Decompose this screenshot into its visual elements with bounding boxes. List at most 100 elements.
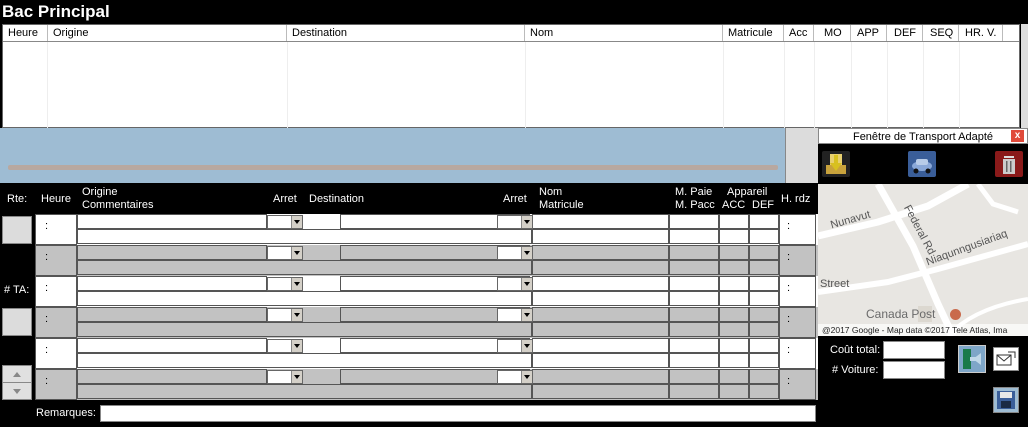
acc-field[interactable] <box>719 276 749 291</box>
matricule-field[interactable] <box>532 229 669 244</box>
exit-button[interactable] <box>958 345 986 373</box>
col-mo[interactable]: MO <box>814 25 851 41</box>
def-field[interactable] <box>749 276 779 291</box>
matricule-field[interactable] <box>532 322 669 337</box>
acc-field-2[interactable] <box>719 384 749 399</box>
def-field[interactable] <box>749 245 779 260</box>
main-table-scrollbar[interactable] <box>1021 24 1028 128</box>
acc-field-2[interactable] <box>719 353 749 368</box>
col-heure[interactable]: Heure <box>3 25 48 41</box>
name-field[interactable] <box>532 245 669 260</box>
comment-field[interactable] <box>77 322 532 337</box>
def-field-2[interactable] <box>749 291 779 306</box>
origin-field[interactable] <box>77 214 267 229</box>
time-field[interactable] <box>35 214 77 245</box>
def-field[interactable] <box>749 369 779 384</box>
def-field-2[interactable] <box>749 260 779 275</box>
matricule-field[interactable] <box>532 384 669 399</box>
acc-field[interactable] <box>719 214 749 229</box>
name-field[interactable] <box>532 214 669 229</box>
stop-dropdown[interactable] <box>267 308 303 322</box>
poi-canada-post[interactable]: Canada Post <box>866 307 935 321</box>
def-field[interactable] <box>749 307 779 322</box>
email-button[interactable] <box>993 347 1019 371</box>
m-pacc-field[interactable] <box>669 229 719 244</box>
comment-field[interactable] <box>77 353 532 368</box>
acc-field[interactable] <box>719 338 749 353</box>
origin-field[interactable] <box>77 338 267 353</box>
m-pacc-field[interactable] <box>669 291 719 306</box>
rdz-field[interactable] <box>779 276 816 307</box>
m-pacc-field[interactable] <box>669 353 719 368</box>
time-field[interactable] <box>35 245 77 276</box>
import-button[interactable] <box>822 151 850 177</box>
stop-dropdown[interactable] <box>497 308 533 322</box>
def-field[interactable] <box>749 338 779 353</box>
stop-dropdown[interactable] <box>497 246 533 260</box>
matricule-field[interactable] <box>532 291 669 306</box>
m-pacc-field[interactable] <box>669 322 719 337</box>
acc-field-2[interactable] <box>719 260 749 275</box>
matricule-field[interactable] <box>532 353 669 368</box>
col-acc[interactable]: Acc <box>784 25 814 41</box>
remarks-input[interactable] <box>100 405 816 422</box>
m-paie-field[interactable] <box>669 214 719 229</box>
def-field-2[interactable] <box>749 229 779 244</box>
voiture-input[interactable] <box>883 361 945 379</box>
rdz-field[interactable] <box>779 214 816 245</box>
stop-dropdown[interactable] <box>267 215 303 229</box>
origin-field[interactable] <box>77 307 267 322</box>
name-field[interactable] <box>532 307 669 322</box>
rdz-field[interactable] <box>779 307 816 338</box>
m-paie-field[interactable] <box>669 307 719 322</box>
save-button[interactable] <box>993 387 1019 413</box>
matricule-field[interactable] <box>532 260 669 275</box>
def-field[interactable] <box>749 214 779 229</box>
origin-field[interactable] <box>77 245 267 260</box>
col-origine[interactable]: Origine <box>48 25 287 41</box>
name-field[interactable] <box>532 369 669 384</box>
def-field-2[interactable] <box>749 322 779 337</box>
time-field[interactable] <box>35 369 77 400</box>
map-view[interactable]: Nunavut Federal Rd Niaqunngusiariaq Stre… <box>818 184 1028 336</box>
col-def[interactable]: DEF <box>887 25 923 41</box>
time-field[interactable] <box>35 276 77 307</box>
col-seq[interactable]: SEQ <box>923 25 959 41</box>
comment-field[interactable] <box>77 384 532 399</box>
acc-field-2[interactable] <box>719 291 749 306</box>
time-field[interactable] <box>35 338 77 369</box>
name-field[interactable] <box>532 276 669 291</box>
acc-field-2[interactable] <box>719 229 749 244</box>
stop-dropdown[interactable] <box>497 277 533 291</box>
col-destination[interactable]: Destination <box>287 25 525 41</box>
stop-dropdown[interactable] <box>267 339 303 353</box>
name-field[interactable] <box>532 338 669 353</box>
stop-dropdown[interactable] <box>497 215 533 229</box>
m-paie-field[interactable] <box>669 338 719 353</box>
rdz-field[interactable] <box>779 338 816 369</box>
comment-field[interactable] <box>77 291 532 306</box>
stop-dropdown[interactable] <box>267 277 303 291</box>
col-app[interactable]: APP <box>851 25 887 41</box>
stop-dropdown[interactable] <box>267 370 303 384</box>
acc-field-2[interactable] <box>719 322 749 337</box>
origin-field[interactable] <box>77 369 267 384</box>
stop-dropdown[interactable] <box>497 339 533 353</box>
scroll-up-button[interactable] <box>2 365 32 383</box>
stop-dropdown[interactable] <box>267 246 303 260</box>
acc-field[interactable] <box>719 245 749 260</box>
def-field-2[interactable] <box>749 384 779 399</box>
def-field-2[interactable] <box>749 353 779 368</box>
ta-field[interactable] <box>2 308 32 336</box>
time-field[interactable] <box>35 307 77 338</box>
comment-field[interactable] <box>77 260 532 275</box>
rdz-field[interactable] <box>779 245 816 276</box>
col-hrv[interactable]: HR. V. <box>959 25 1003 41</box>
col-matricule[interactable]: Matricule <box>723 25 784 41</box>
col-nom[interactable]: Nom <box>525 25 723 41</box>
cout-total-input[interactable] <box>883 341 945 359</box>
close-icon[interactable]: x <box>1011 130 1024 142</box>
origin-field[interactable] <box>77 276 267 291</box>
rdz-field[interactable] <box>779 369 816 400</box>
m-paie-field[interactable] <box>669 245 719 260</box>
